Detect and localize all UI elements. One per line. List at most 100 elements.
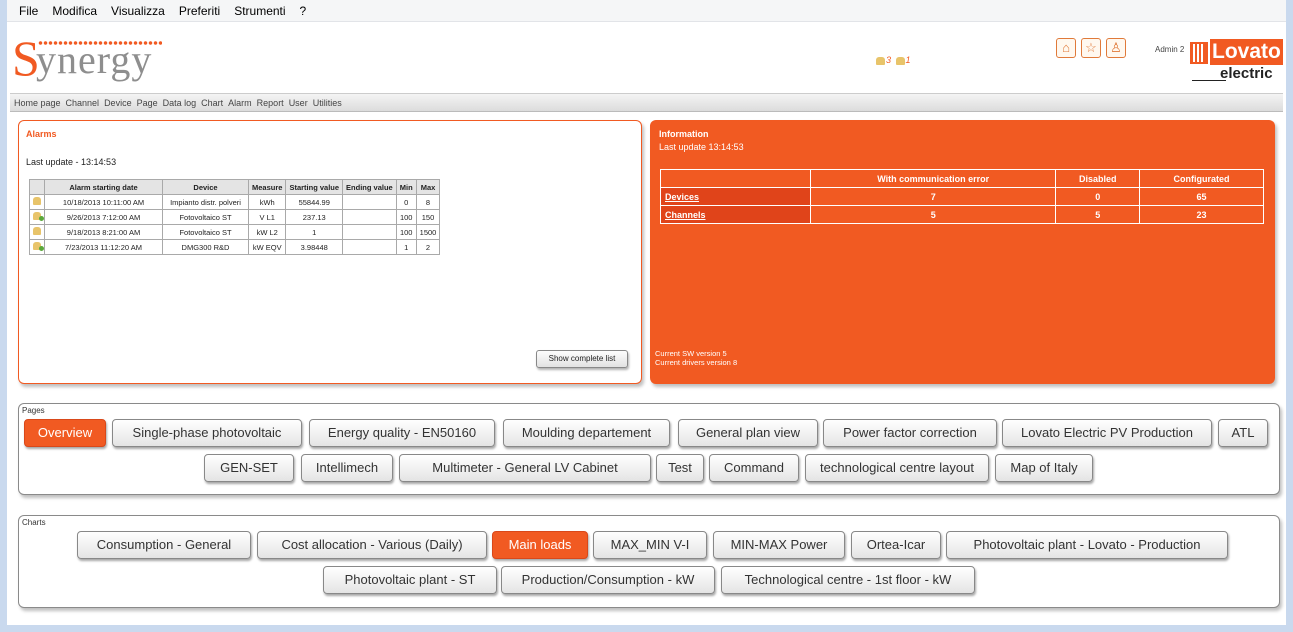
cell-disabled: 5: [1055, 205, 1141, 224]
bell-icon: [895, 56, 905, 65]
chart-button-pv-lovato-production[interactable]: Photovoltaic plant - Lovato - Production: [946, 531, 1228, 559]
col-blank: [660, 169, 811, 188]
cell-starting-value: 55844.99: [285, 194, 344, 210]
page-button-lovato-pv-production[interactable]: Lovato Electric PV Production: [1002, 419, 1212, 447]
chart-button-min-max-power[interactable]: MIN-MAX Power: [713, 531, 845, 559]
page-button-single-phase-photovoltaic[interactable]: Single-phase photovoltaic: [112, 419, 302, 447]
page-button-power-factor-correction[interactable]: Power factor correction: [823, 419, 997, 447]
chart-button-production-consumption[interactable]: Production/Consumption - kW: [501, 566, 715, 594]
page-button-technological-centre-layout[interactable]: technological centre layout: [805, 454, 989, 482]
chart-button-ortea-icar[interactable]: Ortea-Icar: [851, 531, 941, 559]
table-row[interactable]: 9/26/2013 7:12:00 AM Fotovoltaico ST V L…: [29, 209, 441, 225]
table-row[interactable]: 10/18/2013 10:11:00 AM Impianto distr. p…: [29, 194, 441, 210]
page-button-moulding-departement[interactable]: Moulding departement: [503, 419, 670, 447]
menu-file[interactable]: File: [19, 4, 38, 18]
user-name: Admin 2: [1155, 45, 1185, 54]
cell-ending-value: [342, 224, 397, 240]
cell-comm-error: 7: [809, 187, 1057, 206]
nav-utilities[interactable]: Utilities: [313, 98, 342, 108]
home-icon[interactable]: ⌂: [1056, 38, 1076, 58]
cell-max: 8: [415, 194, 441, 210]
col-disabled: Disabled: [1055, 169, 1141, 188]
alarm-icon: [29, 194, 45, 210]
col-ending-value: Ending value: [342, 179, 397, 195]
chart-button-technological-centre-1st-floor[interactable]: Technological centre - 1st floor - kW: [721, 566, 975, 594]
nav-home-page[interactable]: Home page: [14, 98, 61, 108]
information-table: With communication error Disabled Config…: [660, 169, 1264, 224]
cell-starting-value: 237.13: [285, 209, 344, 225]
show-complete-list-button[interactable]: Show complete list: [536, 350, 628, 368]
page-button-overview[interactable]: Overview: [24, 419, 106, 447]
nav-report[interactable]: Report: [257, 98, 284, 108]
chart-button-cost-allocation[interactable]: Cost allocation - Various (Daily): [257, 531, 487, 559]
chart-button-main-loads[interactable]: Main loads: [492, 531, 588, 559]
page-button-map-of-italy[interactable]: Map of Italy: [995, 454, 1093, 482]
information-last-update: Last update 13:14:53: [659, 142, 744, 152]
nav-channel[interactable]: Channel: [66, 98, 100, 108]
alarm-indicator[interactable]: 3 1: [876, 55, 911, 65]
star-icon[interactable]: ☆: [1081, 38, 1101, 58]
cell-min: 100: [395, 224, 417, 240]
synergy-logo[interactable]: S ynergy: [12, 32, 172, 88]
page-button-atl[interactable]: ATL: [1218, 419, 1268, 447]
bell-icon: [876, 56, 885, 65]
cell-min: 100: [395, 209, 417, 225]
cell-measure: kW EQV: [247, 239, 287, 255]
nav-alarm[interactable]: Alarm: [228, 98, 252, 108]
nav-data-log[interactable]: Data log: [163, 98, 197, 108]
alarms-last-update: Last update - 13:14:53: [26, 157, 117, 167]
col-starting-value: Starting value: [285, 179, 344, 195]
cell-measure: V L1: [247, 209, 287, 225]
alarm-count-active: 3: [886, 55, 892, 65]
nav-page[interactable]: Page: [137, 98, 158, 108]
cell-max: 2: [415, 239, 441, 255]
cell-disabled: 0: [1055, 187, 1141, 206]
page-button-multimeter[interactable]: Multimeter - General LV Cabinet: [399, 454, 651, 482]
col-max: Max: [415, 179, 441, 195]
devices-link[interactable]: Devices: [660, 187, 811, 206]
cell-device: Fotovoltaico ST: [162, 209, 249, 225]
nav-device[interactable]: Device: [104, 98, 132, 108]
page-button-gen-set[interactable]: GEN-SET: [204, 454, 294, 482]
table-row[interactable]: 7/23/2013 11:12:20 AM DMG300 R&D kW EQV …: [29, 239, 441, 255]
nav-user[interactable]: User: [289, 98, 308, 108]
cell-date: 9/26/2013 7:12:00 AM: [44, 209, 163, 225]
menu-strumenti[interactable]: Strumenti: [234, 4, 285, 18]
chart-button-max-min-v-i[interactable]: MAX_MIN V-I: [593, 531, 707, 559]
bell-icon: [33, 227, 41, 235]
cell-measure: kW L2: [247, 224, 287, 240]
lovato-mark: [1190, 42, 1208, 64]
page-button-intellimech[interactable]: Intellimech: [301, 454, 393, 482]
cell-ending-value: [342, 239, 397, 255]
page-button-energy-quality[interactable]: Energy quality - EN50160: [309, 419, 495, 447]
menu-visualizza[interactable]: Visualizza: [111, 4, 165, 18]
page-button-test[interactable]: Test: [656, 454, 704, 482]
user-icon[interactable]: ♙: [1106, 38, 1126, 58]
chart-button-consumption-general[interactable]: Consumption - General: [77, 531, 251, 559]
main-nav: Home page Channel Device Page Data log C…: [10, 93, 1283, 112]
alarm-icon: [29, 209, 45, 225]
pages-label: Pages: [22, 406, 45, 415]
cell-starting-value: 3.98448: [285, 239, 344, 255]
cell-date: 10/18/2013 10:11:00 AM: [44, 194, 163, 210]
cell-comm-error: 5: [809, 205, 1057, 224]
menu-modifica[interactable]: Modifica: [52, 4, 97, 18]
table-header-row: With communication error Disabled Config…: [660, 169, 1264, 188]
cell-configurated: 65: [1139, 187, 1264, 206]
bell-ack-icon: [33, 212, 44, 221]
table-row: Channels 5 5 23: [660, 205, 1264, 224]
page-button-command[interactable]: Command: [709, 454, 799, 482]
alarm-icon: [29, 224, 45, 240]
charts-label: Charts: [22, 518, 46, 527]
channels-link[interactable]: Channels: [660, 205, 811, 224]
lovato-word: Lovato: [1210, 39, 1283, 65]
page-button-general-plan-view[interactable]: General plan view: [678, 419, 818, 447]
cell-ending-value: [342, 209, 397, 225]
table-row[interactable]: 9/18/2013 8:21:00 AM Fotovoltaico ST kW …: [29, 224, 441, 240]
bell-ack-icon: [33, 242, 44, 251]
nav-chart[interactable]: Chart: [201, 98, 223, 108]
chart-button-pv-st[interactable]: Photovoltaic plant - ST: [323, 566, 497, 594]
menu-help[interactable]: ?: [300, 4, 307, 18]
information-title: Information: [659, 129, 709, 139]
menu-preferiti[interactable]: Preferiti: [179, 4, 220, 18]
